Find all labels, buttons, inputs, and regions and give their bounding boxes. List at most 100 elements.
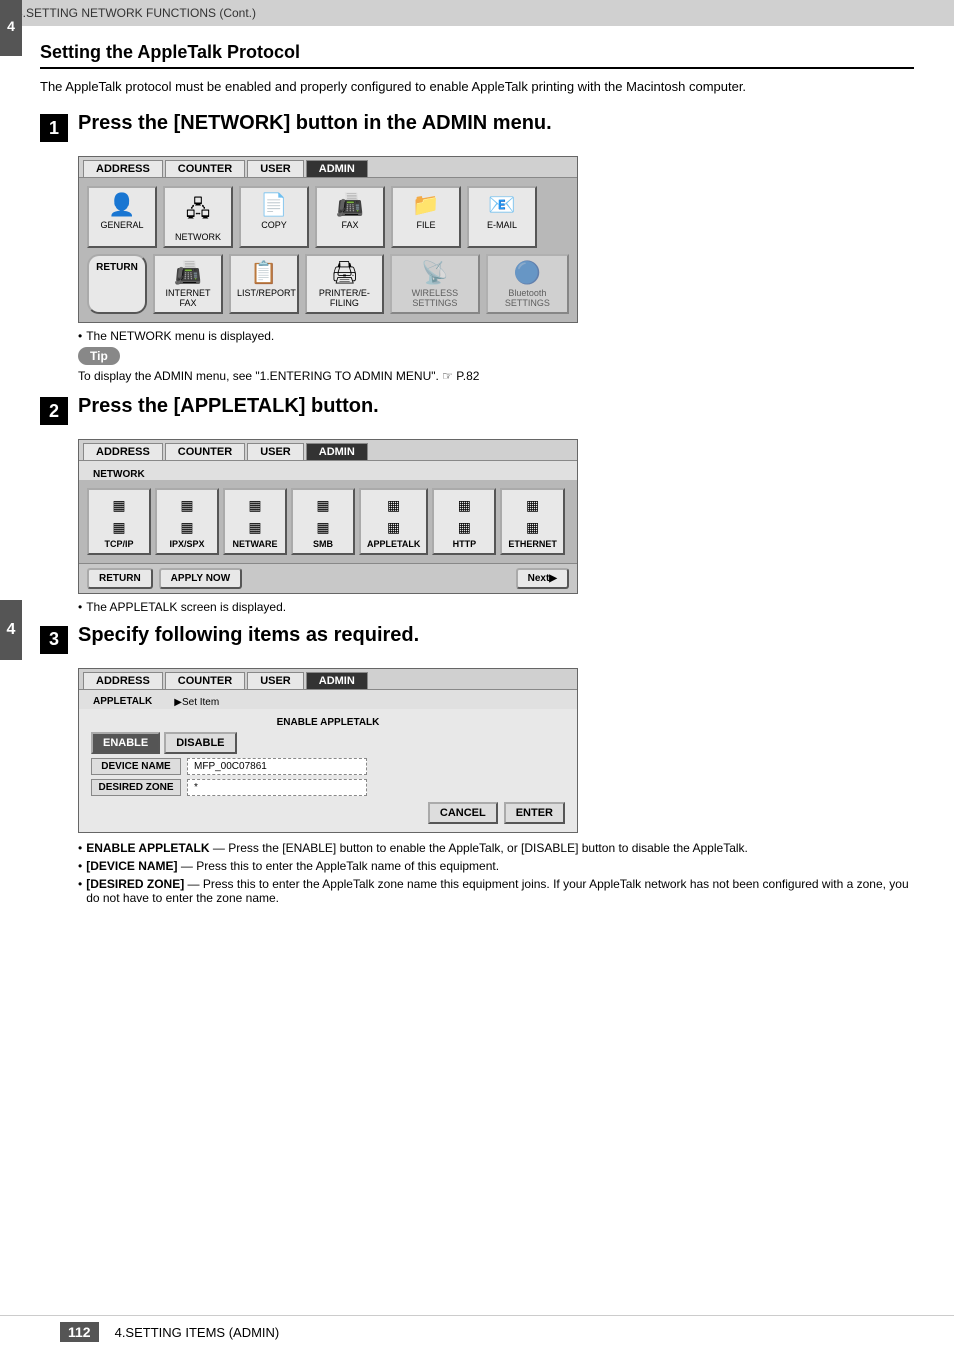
tab3-user[interactable]: USER (247, 672, 304, 689)
step-2: 2 Press the [APPLETALK] button. (40, 395, 914, 425)
settings-panel: ENABLE APPLETALK ENABLE DISABLE DEVICE N… (79, 709, 577, 832)
disable-btn[interactable]: DISABLE (164, 732, 236, 754)
btn-printer-efiling[interactable]: 🖨 PRINTER/E-FILING (305, 254, 384, 314)
btn-ethernet[interactable]: ▦▦ ETHERNET (500, 488, 565, 555)
general-icon: 👤 (95, 192, 149, 218)
step-1-label: Press the [NETWORK] button in the ADMIN … (78, 112, 552, 135)
btn-fax[interactable]: 📠 FAX (315, 186, 385, 248)
tab2-user[interactable]: USER (247, 443, 304, 460)
bluetooth-icon: 🔵 (494, 260, 561, 286)
enter-btn[interactable]: ENTER (504, 802, 565, 824)
tab3-admin[interactable]: ADMIN (306, 672, 368, 689)
enable-row: ENABLE DISABLE (91, 732, 565, 754)
btn-netware[interactable]: ▦▦ NETWARE (223, 488, 287, 555)
btn-return[interactable]: RETURN (87, 254, 147, 314)
step-3-num: 3 (40, 626, 68, 654)
ethernet-icon: ▦▦ (508, 494, 557, 539)
section-divider (40, 67, 914, 69)
network-grid: ▦▦ TCP/IP ▦▦ IPX/SPX ▦▦ NETWARE ▦▦ SMB ▦… (79, 480, 577, 563)
device-name-row: DEVICE NAME MFP_00C07861 (91, 758, 565, 775)
panel-2-return-btn[interactable]: RETURN (87, 568, 153, 589)
panel-3-tabbar: ADDRESS COUNTER USER ADMIN (79, 669, 577, 690)
btn-internet-fax[interactable]: 📠 INTERNET FAX (153, 254, 223, 314)
enable-btn[interactable]: ENABLE (91, 732, 160, 754)
smb-icon: ▦▦ (299, 494, 347, 539)
netware-icon: ▦▦ (231, 494, 279, 539)
btn-tcp-ip[interactable]: ▦▦ TCP/IP (87, 488, 151, 555)
top-bar-text: 3.SETTING NETWORK FUNCTIONS (Cont.) (16, 6, 256, 20)
btn-http[interactable]: ▦▦ HTTP (432, 488, 496, 555)
panel-2-tabbar: ADDRESS COUNTER USER ADMIN (79, 440, 577, 461)
enable-btn-group: ENABLE DISABLE (91, 732, 237, 754)
email-icon: 📧 (475, 192, 529, 218)
list-report-icon: 📋 (237, 260, 291, 286)
btn-list-report[interactable]: 📋 LIST/REPORT (229, 254, 299, 314)
panel-2-next-btn[interactable]: Next▶ (516, 568, 569, 589)
section-title: Setting the AppleTalk Protocol (40, 42, 914, 63)
step-2-num: 2 (40, 397, 68, 425)
desc-item-3: • [DESIRED ZONE] — Press this to enter t… (78, 877, 914, 905)
btn-wireless[interactable]: 📡 WIRELESS SETTINGS (390, 254, 480, 314)
btn-file[interactable]: 📁 FILE (391, 186, 461, 248)
enable-header: ENABLE APPLETALK (91, 717, 565, 728)
desired-zone-field[interactable]: * (187, 779, 367, 796)
panel-1-row-1: 👤 GENERAL 🖧 NETWORK 📄 COPY 📠 FAX 📁 (87, 186, 569, 248)
btn-general[interactable]: 👤 GENERAL (87, 186, 157, 248)
panel-3-set-item: ▶Set Item (174, 694, 219, 709)
panel-2-apply-now-btn[interactable]: APPLY NOW (159, 568, 242, 589)
panel-2-nav: RETURN APPLY NOW Next▶ (79, 563, 577, 593)
device-name-field[interactable]: MFP_00C07861 (187, 758, 367, 775)
page-number: 112 (60, 1322, 99, 1342)
step-3: 3 Specify following items as required. (40, 624, 914, 654)
device-name-label: DEVICE NAME (91, 758, 181, 775)
step-2-bullet: • The APPLETALK screen is displayed. (78, 600, 914, 614)
btn-appletalk[interactable]: ▦▦ APPLETALK (359, 488, 428, 555)
step-1-bullet: • The NETWORK menu is displayed. (78, 329, 914, 343)
panel-3-header-row: APPLETALK ▶Set Item (79, 690, 577, 709)
btn-copy[interactable]: 📄 COPY (239, 186, 309, 248)
network-label: NETWORK (87, 467, 151, 482)
desired-zone-row: DESIRED ZONE * (91, 779, 565, 796)
tip-box: Tip To display the ADMIN menu, see "1.EN… (78, 347, 914, 383)
desired-zone-label: DESIRED ZONE (91, 779, 181, 796)
btn-bluetooth[interactable]: 🔵 Bluetooth SETTINGS (486, 254, 569, 314)
wireless-icon: 📡 (398, 260, 472, 286)
tab2-admin[interactable]: ADMIN (306, 443, 368, 460)
panel-1-row-2: RETURN 📠 INTERNET FAX 📋 LIST/REPORT 🖨 PR… (87, 254, 569, 314)
fax-icon: 📠 (323, 192, 377, 218)
step-3-label: Specify following items as required. (78, 624, 419, 647)
appletalk-icon: ▦▦ (367, 494, 420, 539)
chapter-indicator: 4 (0, 600, 22, 660)
printer-icon: 🖨 (313, 260, 376, 286)
panel-1-tabbar: ADDRESS COUNTER USER ADMIN (79, 157, 577, 178)
tab-address[interactable]: ADDRESS (83, 160, 163, 177)
tip-label: Tip (78, 347, 120, 365)
desc-item-1: • ENABLE APPLETALK — Press the [ENABLE] … (78, 841, 914, 855)
btn-email[interactable]: 📧 E-MAIL (467, 186, 537, 248)
bottom-bar-text: 4.SETTING ITEMS (ADMIN) (115, 1325, 280, 1340)
tcp-ip-icon: ▦▦ (95, 494, 143, 539)
bottom-bar: 112 4.SETTING ITEMS (ADMIN) (0, 1315, 954, 1348)
step-1-num: 1 (40, 114, 68, 142)
tab3-address[interactable]: ADDRESS (83, 672, 163, 689)
tab2-counter[interactable]: COUNTER (165, 443, 245, 460)
step-1: 1 Press the [NETWORK] button in the ADMI… (40, 112, 914, 142)
tab-counter[interactable]: COUNTER (165, 160, 245, 177)
ipx-spx-icon: ▦▦ (163, 494, 211, 539)
http-icon: ▦▦ (440, 494, 488, 539)
cancel-btn[interactable]: CANCEL (428, 802, 498, 824)
btn-smb[interactable]: ▦▦ SMB (291, 488, 355, 555)
btn-network[interactable]: 🖧 NETWORK (163, 186, 233, 248)
step-2-label: Press the [APPLETALK] button. (78, 395, 379, 418)
section-intro: The AppleTalk protocol must be enabled a… (40, 79, 914, 94)
file-icon: 📁 (399, 192, 453, 218)
network-label-row: NETWORK (79, 461, 577, 480)
network-icon: 🖧 (171, 192, 225, 230)
chapter-tab: 4 (0, 0, 22, 56)
tab3-counter[interactable]: COUNTER (165, 672, 245, 689)
internet-fax-icon: 📠 (161, 260, 215, 286)
tab2-address[interactable]: ADDRESS (83, 443, 163, 460)
tab-user[interactable]: USER (247, 160, 304, 177)
tab-admin[interactable]: ADMIN (306, 160, 368, 177)
btn-ipx-spx[interactable]: ▦▦ IPX/SPX (155, 488, 219, 555)
